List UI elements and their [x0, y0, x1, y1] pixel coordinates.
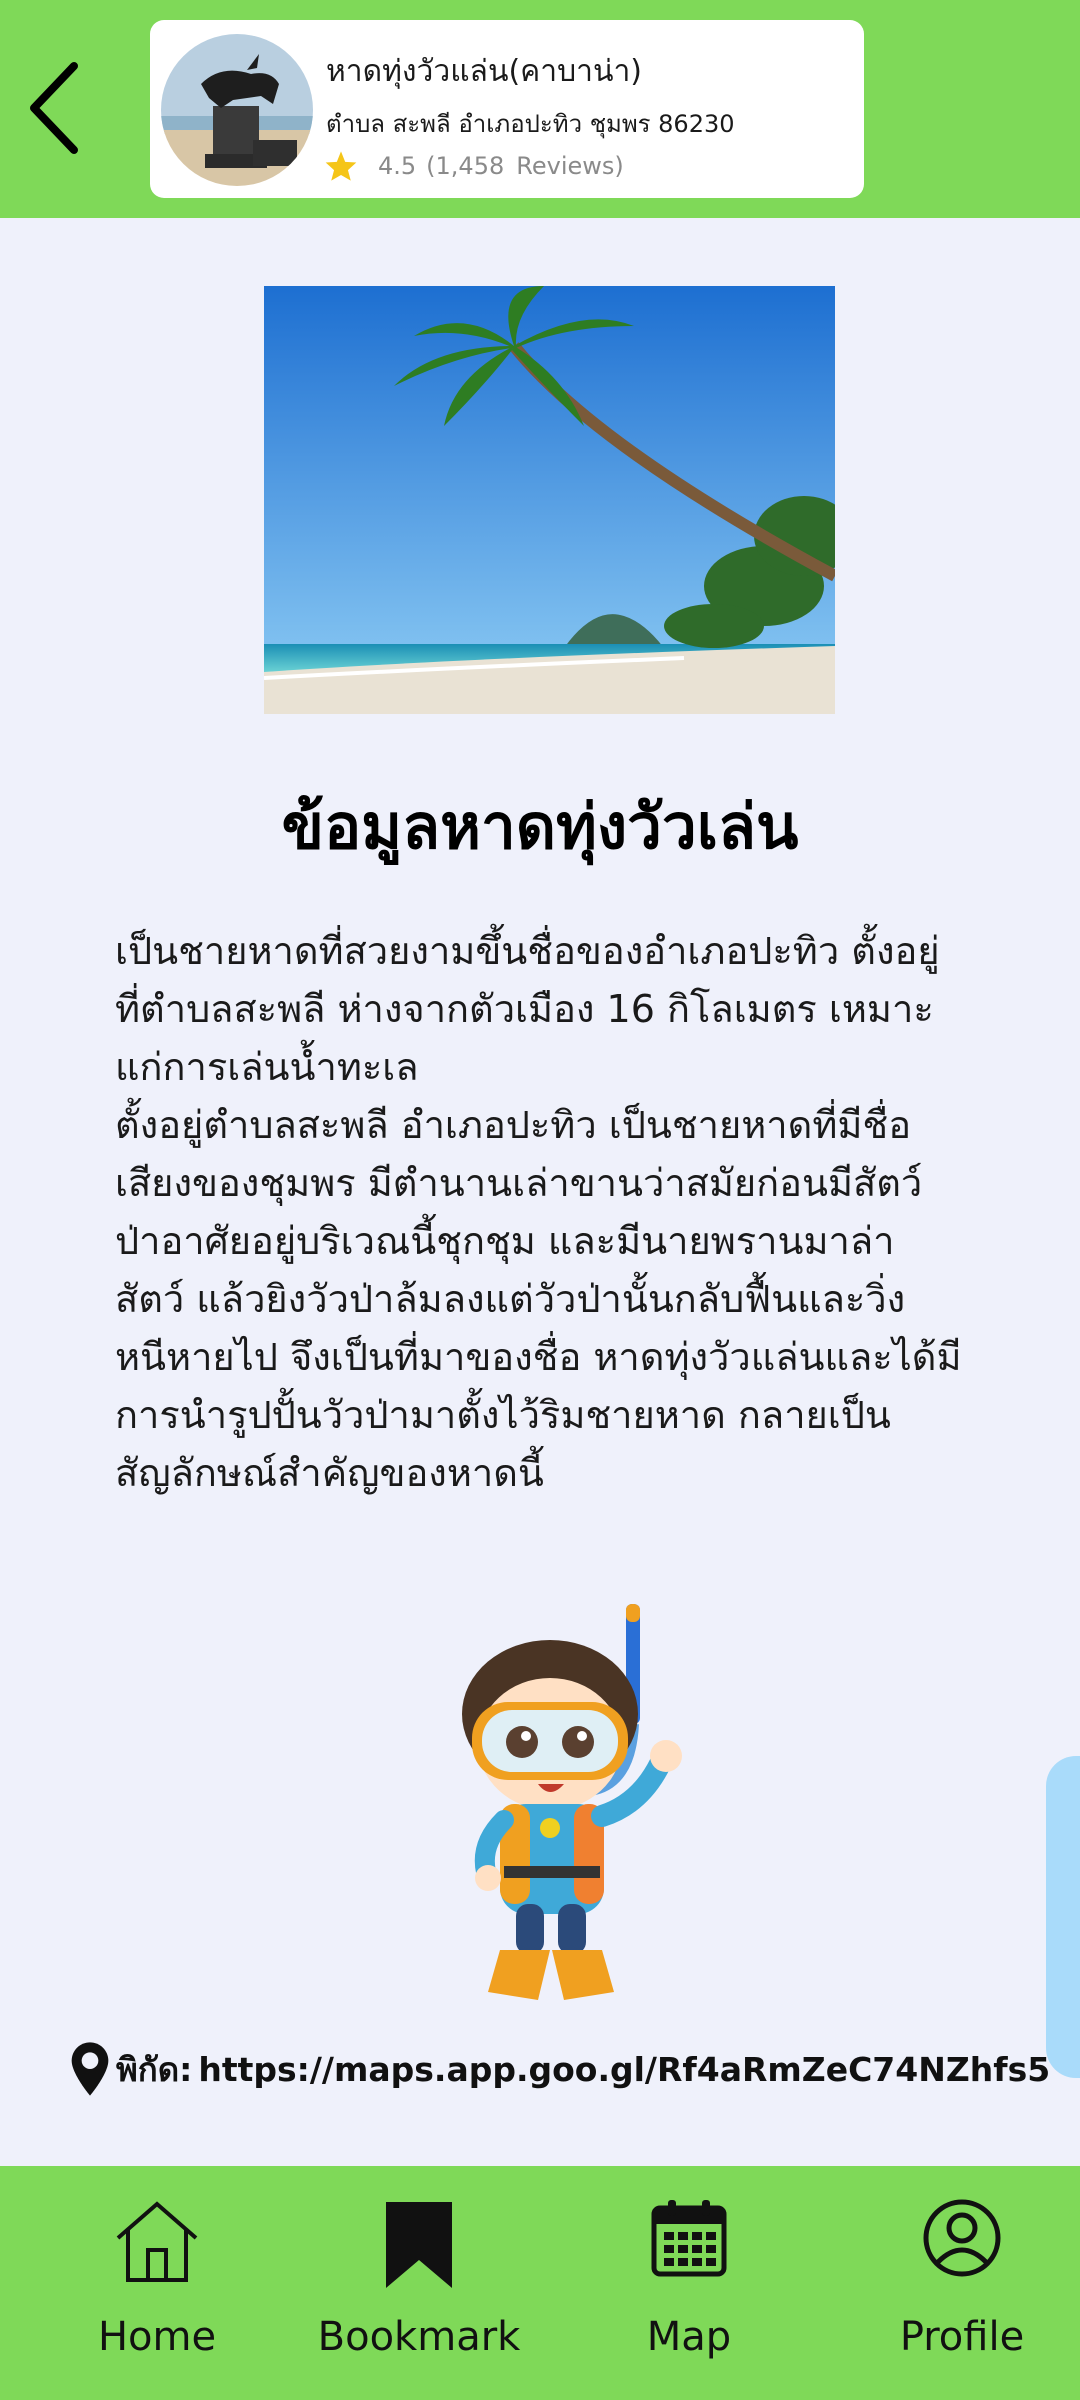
star-icon — [325, 151, 357, 181]
nav-map[interactable]: Map — [569, 2166, 809, 2400]
place-card[interactable]: หาดทุ่งวัวแล่น(คาบาน่า) ตำบล สะพลี อำเภอ… — [150, 20, 864, 198]
nav-bookmark-label: Bookmark — [317, 2314, 521, 2360]
nav-home[interactable]: Home — [37, 2166, 277, 2400]
nav-home-label: Home — [97, 2314, 217, 2360]
page-title: ข้อมูลหาดทุ่งวัวเล่น — [281, 790, 799, 863]
coordinates-label: พิกัด: — [116, 2049, 193, 2089]
calendar-icon — [651, 2200, 727, 2277]
coordinates-row: พิกัด: https://maps.app.goo.gl/Rf4aRmZeC… — [70, 2040, 1050, 2098]
location-pin-icon — [71, 2042, 109, 2096]
nav-profile[interactable]: Profile — [842, 2166, 1080, 2400]
diver-mascot — [430, 1604, 700, 2004]
side-drawer-tab[interactable] — [1046, 1756, 1080, 2078]
back-button[interactable] — [18, 58, 90, 158]
bookmark-icon — [386, 2202, 452, 2288]
profile-icon — [923, 2199, 1001, 2277]
review-count: (1,458 — [426, 152, 505, 180]
reviews-label: Reviews) — [516, 152, 624, 180]
bottom-navigation: Home Bookmark Map Profile — [0, 2166, 1080, 2400]
nav-profile-label: Profile — [899, 2314, 1025, 2360]
rating-value: 4.5 — [378, 152, 417, 180]
place-thumbnail — [161, 34, 313, 186]
nav-bookmark[interactable]: Bookmark — [299, 2166, 539, 2400]
coordinates-link[interactable]: https://maps.app.goo.gl/Rf4aRmZeC74NZhfs… — [198, 2050, 1050, 2089]
beach-photo — [264, 286, 835, 714]
chevron-left-icon — [30, 62, 78, 154]
description-text: เป็นชายหาดที่สวยงามขึ้นชื่อของอำเภอปะทิว… — [115, 929, 962, 1495]
place-address: ตำบล สะพลี อำเภอปะทิว ชุมพร 86230 — [326, 110, 735, 138]
top-header: หาดทุ่งวัวแล่น(คาบาน่า) ตำบล สะพลี อำเภอ… — [0, 0, 1080, 218]
rating-row: 4.5 (1,458 Reviews) — [324, 150, 624, 182]
nav-map-label: Map — [646, 2314, 732, 2360]
home-icon — [116, 2201, 198, 2282]
place-name: หาดทุ่งวัวแล่น(คาบาน่า) — [326, 54, 643, 89]
